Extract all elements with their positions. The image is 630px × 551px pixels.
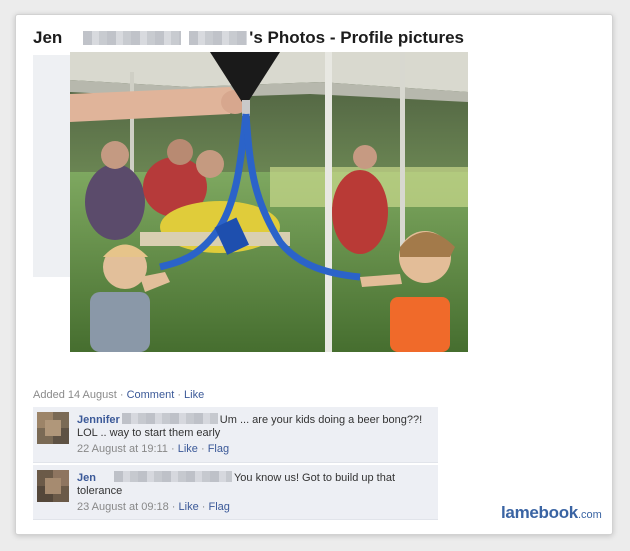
lamebook-watermark: lamebook.com: [501, 503, 602, 523]
watermark-suffix: .com: [577, 509, 602, 521]
redacted-surname: [121, 413, 218, 424]
comment-flag-link[interactable]: Flag: [208, 443, 229, 455]
comment-item: Jennifer Um ... are your kids doing a bee…: [33, 407, 438, 463]
photo-meta: Added 14 August · Comment · Like: [33, 389, 204, 401]
comment-timestamp: 23 August at 09:18: [77, 501, 169, 513]
album-title[interactable]: 's Photos - Profile pictures: [249, 28, 464, 48]
comment-author[interactable]: Jennifer: [77, 414, 120, 426]
added-date: Added 14 August: [33, 389, 117, 401]
separator: ·: [174, 389, 185, 401]
comment-author[interactable]: Jen: [77, 472, 96, 484]
comment-item: Jen You know us! Got to build up that tol…: [33, 465, 438, 520]
separator: ·: [168, 501, 179, 513]
comment-body: Jennifer Um ... are your kids doing a bee…: [77, 413, 433, 456]
photo-side-panel: [33, 55, 71, 277]
separator: ·: [167, 443, 178, 455]
redacted-surname: [113, 471, 232, 482]
comment-text: Um ... are your kids doing a beer bong??…: [219, 414, 423, 426]
comment-like-link[interactable]: Like: [178, 443, 198, 455]
owner-first-name[interactable]: Jen: [33, 28, 62, 48]
profile-photo[interactable]: [70, 52, 468, 352]
separator: ·: [198, 501, 209, 513]
comment-text: You know us! Got to build up that: [233, 472, 396, 484]
avatar[interactable]: [37, 470, 69, 502]
comment-body: Jen You know us! Got to build up that tol…: [77, 471, 433, 514]
redacted-surname-2: [189, 31, 248, 45]
like-link[interactable]: Like: [184, 389, 204, 401]
page-title: Jen 's Photos - Profile pictures: [33, 27, 464, 49]
comment-text-cont: LOL .. way to start them early: [77, 427, 221, 439]
comment-timestamp: 22 August at 19:11: [77, 443, 168, 455]
comment-meta: 23 August at 09:18 · Like · Flag: [77, 501, 433, 514]
comment-text-cont: tolerance: [77, 485, 123, 497]
comment-link[interactable]: Comment: [127, 389, 175, 401]
redacted-surname: [83, 31, 182, 45]
avatar[interactable]: [37, 412, 69, 444]
comment-flag-link[interactable]: Flag: [209, 501, 230, 513]
watermark-brand: lamebook: [501, 503, 578, 522]
separator: ·: [116, 389, 127, 401]
comment-like-link[interactable]: Like: [179, 501, 199, 513]
comment-meta: 22 August at 19:11 · Like · Flag: [77, 443, 433, 456]
separator: ·: [197, 443, 208, 455]
